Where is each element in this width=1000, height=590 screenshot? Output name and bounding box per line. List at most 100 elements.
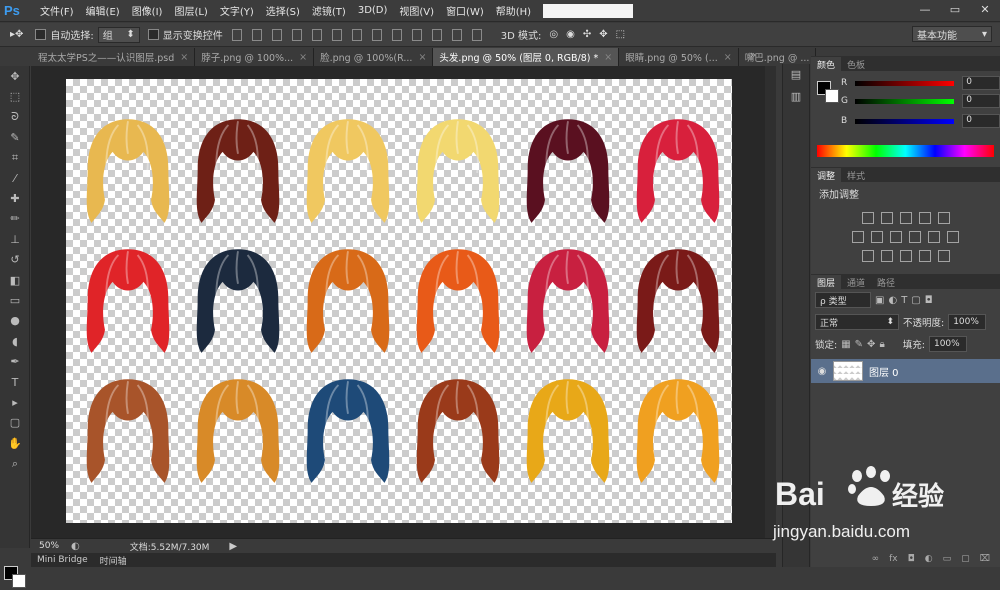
eyedropper-tool-icon[interactable]: ⁄: [0, 168, 30, 188]
distribute-hcenter-icon[interactable]: [431, 28, 442, 41]
threshold-icon[interactable]: [899, 250, 912, 262]
trash-icon[interactable]: ⌧: [980, 554, 990, 564]
menu-view[interactable]: 视图(V): [393, 3, 440, 18]
gradient-map-icon[interactable]: [918, 250, 931, 262]
close-icon[interactable]: ×: [724, 52, 732, 63]
status-icon[interactable]: ◐: [71, 541, 80, 552]
red-slider[interactable]: [854, 80, 955, 86]
color-swatches[interactable]: [4, 566, 28, 590]
fill-field[interactable]: 100%: [928, 336, 967, 352]
hue-saturation-icon[interactable]: [852, 231, 864, 243]
color-balance-icon[interactable]: [871, 231, 883, 243]
pen-tool-icon[interactable]: ✒: [0, 351, 30, 371]
path-select-tool-icon[interactable]: ▸: [0, 392, 30, 412]
blue-value[interactable]: 0: [962, 114, 1000, 128]
menu-file[interactable]: 文件(F): [34, 3, 80, 18]
filter-shape-icon[interactable]: ▢: [911, 295, 920, 306]
align-right-icon[interactable]: [331, 28, 342, 41]
close-icon[interactable]: ×: [180, 52, 188, 63]
history-brush-tool-icon[interactable]: ↺: [0, 250, 30, 270]
tab-layers[interactable]: 图层: [811, 275, 842, 289]
blur-tool-icon[interactable]: ●: [0, 311, 30, 331]
background-color-swatch[interactable]: [12, 574, 26, 588]
color-lookup-icon[interactable]: [947, 231, 959, 243]
3d-pan-icon[interactable]: ✣: [583, 29, 591, 40]
green-slider[interactable]: [854, 98, 955, 104]
zoom-level[interactable]: 50%: [31, 541, 71, 551]
3d-scale-icon[interactable]: ⬚: [616, 29, 625, 40]
healing-brush-tool-icon[interactable]: ✚: [0, 188, 30, 208]
more-tabs-icon[interactable]: »: [750, 50, 756, 61]
brush-tool-icon[interactable]: ✏: [0, 209, 30, 229]
lock-transparent-icon[interactable]: ▦: [841, 339, 850, 350]
crop-tool-icon[interactable]: ⌗: [0, 148, 30, 168]
tab-paths[interactable]: 路径: [871, 275, 901, 289]
tab-channels[interactable]: 通道: [841, 275, 871, 289]
menu-select[interactable]: 选择(S): [260, 3, 306, 18]
tab-swatches[interactable]: 色板: [841, 57, 871, 71]
brightness-icon[interactable]: [861, 212, 874, 224]
green-value[interactable]: 0: [962, 94, 1000, 108]
type-tool-icon[interactable]: T: [0, 372, 30, 392]
lock-image-icon[interactable]: ✎: [855, 339, 863, 350]
tab-doc-2[interactable]: 脖子.png @ 100%... ×: [195, 48, 315, 66]
zoom-tool-icon[interactable]: ⌕: [0, 453, 30, 473]
clone-stamp-tool-icon[interactable]: ⊥: [0, 229, 30, 249]
layer-kind-filter[interactable]: ρ 类型: [815, 292, 871, 308]
hand-tool-icon[interactable]: ✋: [0, 433, 30, 453]
tab-styles[interactable]: 样式: [841, 168, 871, 182]
blue-slider[interactable]: [854, 118, 955, 124]
distribute-vcenter-icon[interactable]: [371, 28, 382, 41]
curves-icon[interactable]: [899, 212, 912, 224]
close-icon[interactable]: ×: [299, 52, 307, 63]
opacity-field[interactable]: 100%: [948, 314, 987, 330]
document-size-info[interactable]: 文档:5.52M/7.30M: [130, 540, 210, 553]
close-icon[interactable]: ×: [604, 52, 612, 63]
filter-adjust-icon[interactable]: ◐: [888, 295, 897, 306]
filter-type-icon[interactable]: T: [901, 295, 907, 306]
close-icon[interactable]: ×: [418, 52, 426, 63]
layer-name[interactable]: 图层 0: [869, 364, 899, 379]
menu-layer[interactable]: 图层(L): [168, 3, 213, 18]
properties-panel-icon[interactable]: ▥: [786, 90, 806, 108]
move-tool-icon[interactable]: ▸✥: [10, 29, 23, 40]
menu-3d[interactable]: 3D(D): [352, 5, 394, 16]
blend-mode-dropdown[interactable]: 正常 ⬍: [815, 314, 899, 330]
distribute-bottom-icon[interactable]: [391, 28, 402, 41]
exposure-icon[interactable]: [918, 212, 931, 224]
tab-color[interactable]: 颜色: [811, 57, 842, 71]
align-hcenter-icon[interactable]: [311, 28, 322, 41]
channel-mixer-icon[interactable]: [928, 231, 940, 243]
tab-doc-5[interactable]: 眼睛.png @ 50% (... ×: [619, 48, 739, 66]
align-left-icon[interactable]: [291, 28, 302, 41]
menu-window[interactable]: 窗口(W): [440, 3, 490, 18]
status-menu-icon[interactable]: ▶: [229, 541, 237, 552]
tab-timeline[interactable]: 时间轴: [94, 554, 133, 567]
filter-smart-icon[interactable]: ◘: [925, 295, 933, 306]
distribute-left-icon[interactable]: [411, 28, 422, 41]
history-panel-icon[interactable]: ▤: [786, 68, 806, 86]
menu-search-field[interactable]: [543, 3, 634, 18]
align-bottom-icon[interactable]: [271, 28, 282, 41]
new-adjustment-icon[interactable]: ◐: [925, 554, 933, 564]
menu-image[interactable]: 图像(I): [126, 3, 169, 18]
red-value[interactable]: 0: [962, 76, 1000, 90]
auto-select-dropdown[interactable]: 组 ⬍: [97, 26, 140, 43]
align-vcenter-icon[interactable]: [251, 28, 262, 41]
menu-help[interactable]: 帮助(H): [490, 3, 537, 18]
lock-all-icon[interactable]: 🔒︎: [879, 339, 884, 350]
menu-filter[interactable]: 滤镜(T): [306, 3, 352, 18]
background-color-swatch[interactable]: [825, 89, 839, 103]
canvas[interactable]: [66, 79, 732, 523]
black-white-icon[interactable]: [890, 231, 902, 243]
distribute-top-icon[interactable]: [351, 28, 362, 41]
tab-mini-bridge[interactable]: Mini Bridge: [31, 555, 94, 565]
invert-icon[interactable]: [861, 250, 874, 262]
3d-roll-icon[interactable]: ◉: [566, 29, 575, 40]
move-tool-icon[interactable]: ✥: [0, 66, 30, 86]
posterize-icon[interactable]: [880, 250, 893, 262]
lock-position-icon[interactable]: ✥: [867, 339, 875, 350]
maximize-button[interactable]: ▭: [940, 0, 970, 18]
eraser-tool-icon[interactable]: ◧: [0, 270, 30, 290]
close-button[interactable]: ✕: [970, 0, 1000, 18]
